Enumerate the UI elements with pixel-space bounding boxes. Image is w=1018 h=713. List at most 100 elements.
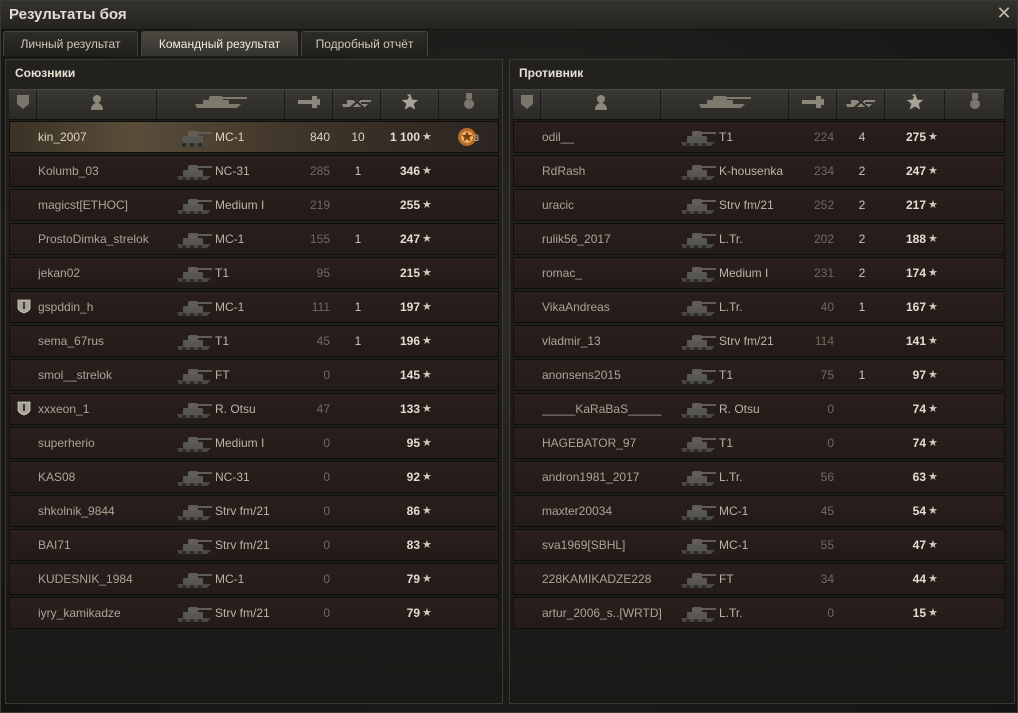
kills-value (334, 190, 382, 220)
damage-value: 0 (323, 436, 330, 450)
kills-value: 2 (858, 198, 866, 212)
experience-value: 188 (905, 232, 926, 246)
tank-name: L.Tr. (719, 606, 743, 620)
player-row[interactable]: andron1981_2017 L.Tr. 56 63 ★ (513, 461, 1005, 493)
window-title: Результаты боя (9, 6, 127, 23)
tank-icon (176, 328, 214, 354)
player-row[interactable]: VikaAndreas L.Tr. 40 1 167 ★ (513, 291, 1005, 323)
player-row[interactable]: rulik56_2017 L.Tr. 202 2 188 ★ (513, 223, 1005, 255)
star-icon: ★ (422, 573, 432, 585)
player-row[interactable]: maxter20034 MC-1 45 54 ★ (513, 495, 1005, 527)
allies-header-tank[interactable] (157, 90, 285, 119)
experience-value: 141 (905, 334, 926, 348)
experience-value: 167 (905, 300, 926, 314)
experience-value: 79 (406, 572, 420, 586)
tank-name: MC-1 (215, 130, 245, 144)
enemies-header-tank[interactable] (661, 90, 789, 119)
player-row[interactable]: HAGEBATOR_97 T1 0 74 ★ (513, 427, 1005, 459)
player-row[interactable]: jekan02 T1 95 215 ★ (9, 257, 499, 289)
player-row[interactable]: 228KAMIKADZE228 FT 34 44 ★ (513, 563, 1005, 595)
medal-column-icon (969, 93, 981, 116)
damage-value: 155 (309, 232, 330, 246)
player-row[interactable]: ProstoDimka_strelok MC-1 155 1 247 ★ (9, 223, 499, 255)
player-row[interactable]: anonsens2015 T1 75 1 97 ★ (513, 359, 1005, 391)
enemies-header-player[interactable] (541, 90, 661, 119)
damage-value: 45 (820, 504, 834, 518)
player-row[interactable]: romac_ Medium I 231 2 174 ★ (513, 257, 1005, 289)
player-row[interactable]: smol__strelok FT 0 145 ★ (9, 359, 499, 391)
star-icon: ★ (928, 573, 938, 585)
damage-value: 234 (813, 164, 834, 178)
tank-icon (176, 600, 214, 626)
tank-name: Strv fm/21 (215, 606, 270, 620)
tank-icon (680, 362, 718, 388)
tank-name: NC-31 (215, 164, 250, 178)
enemies-header-kill[interactable] (837, 90, 885, 119)
player-row[interactable]: RdRash K-housenka 234 2 247 ★ (513, 155, 1005, 187)
kills-value: 1 (858, 368, 866, 382)
enemies-header-squad[interactable] (513, 90, 541, 119)
player-name: RdRash (542, 164, 586, 178)
experience-value: 196 (399, 334, 420, 348)
damage-value: 47 (316, 402, 330, 416)
kills-value (838, 394, 886, 424)
tank-name: MC-1 (215, 572, 245, 586)
star-icon: ★ (928, 607, 938, 619)
player-row[interactable]: odil__ T1 224 4 275 ★ (513, 121, 1005, 153)
tank-name: Strv fm/21 (719, 198, 774, 212)
player-row[interactable]: iyry_kamikadze Strv fm/21 0 79 ★ (9, 597, 499, 629)
experience-value: 247 (905, 164, 926, 178)
allies-header-kill[interactable] (333, 90, 381, 119)
player-row[interactable]: vladmir_13 Strv fm/21 114 141 ★ (513, 325, 1005, 357)
allies-header-medal[interactable] (439, 90, 499, 119)
star-icon: ★ (422, 369, 432, 381)
tank-name: T1 (719, 436, 734, 450)
tank-name: MC-1 (719, 538, 749, 552)
tab-detailed-report[interactable]: Подробный отчёт (301, 31, 428, 56)
player-row[interactable]: sva1969[SBHL] MC-1 55 47 ★ (513, 529, 1005, 561)
star-icon: ★ (928, 233, 938, 245)
player-row[interactable]: superherio Medium I 0 95 ★ (9, 427, 499, 459)
player-name: xxxeon_1 (38, 402, 90, 416)
player-name: VikaAndreas (542, 300, 610, 314)
player-row[interactable]: Kolumb_03 NC-31 285 1 346 ★ (9, 155, 499, 187)
experience-value: 74 (912, 436, 926, 450)
player-row[interactable]: BAI71 Strv fm/21 0 83 ★ (9, 529, 499, 561)
player-row[interactable]: xxxeon_1 R. Otsu 47 133 ★ (9, 393, 499, 425)
player-row[interactable]: KUDESNIK_1984 MC-1 0 79 ★ (9, 563, 499, 595)
player-name: anonsens2015 (542, 368, 621, 382)
player-row[interactable]: magicst[ETHOC] Medium I 219 255 ★ (9, 189, 499, 221)
player-name: BAI71 (38, 538, 71, 552)
star-icon: ★ (422, 131, 432, 143)
allies-header-dmg[interactable] (285, 90, 333, 119)
close-icon[interactable]: ✕ (995, 4, 1013, 22)
tab-personal-result[interactable]: Личный результат (3, 31, 138, 56)
damage-column-icon (801, 95, 824, 114)
tank-name: L.Tr. (719, 232, 743, 246)
player-name: _____KaRaBaS_____ (542, 402, 662, 416)
star-icon: ★ (928, 403, 938, 415)
player-row[interactable]: gspddin_h MC-1 111 1 197 ★ (9, 291, 499, 323)
allies-header-squad[interactable] (9, 90, 37, 119)
player-name: artur_2006_s..[WRTD] (542, 606, 662, 620)
player-row[interactable]: KAS08 NC-31 0 92 ★ (9, 461, 499, 493)
enemies-header-dmg[interactable] (789, 90, 837, 119)
player-column-icon (90, 94, 104, 115)
enemies-header-medal[interactable] (945, 90, 1005, 119)
star-icon: ★ (928, 301, 938, 313)
player-row[interactable]: shkolnik_9844 Strv fm/21 0 86 ★ (9, 495, 499, 527)
allies-header-xp[interactable]: ⌄ (381, 89, 439, 119)
player-row[interactable]: sema_67rus T1 45 1 196 ★ (9, 325, 499, 357)
star-icon: ★ (422, 267, 432, 279)
tank-name: MC-1 (719, 504, 749, 518)
allies-header-player[interactable] (37, 90, 157, 119)
kills-value (838, 496, 886, 526)
player-row[interactable]: artur_2006_s..[WRTD] L.Tr. 0 15 ★ (513, 597, 1005, 629)
experience-value: 74 (912, 402, 926, 416)
player-row[interactable]: kin_2007 MC-1 840 10 1 100 ★ 3 (9, 121, 499, 153)
player-row[interactable]: _____KaRaBaS_____ R. Otsu 0 74 ★ (513, 393, 1005, 425)
player-row[interactable]: uracic Strv fm/21 252 2 217 ★ (513, 189, 1005, 221)
damage-value: 40 (820, 300, 834, 314)
tab-team-result[interactable]: Командный результат (141, 31, 298, 56)
enemies-header-xp[interactable]: ⌄ (885, 89, 945, 119)
